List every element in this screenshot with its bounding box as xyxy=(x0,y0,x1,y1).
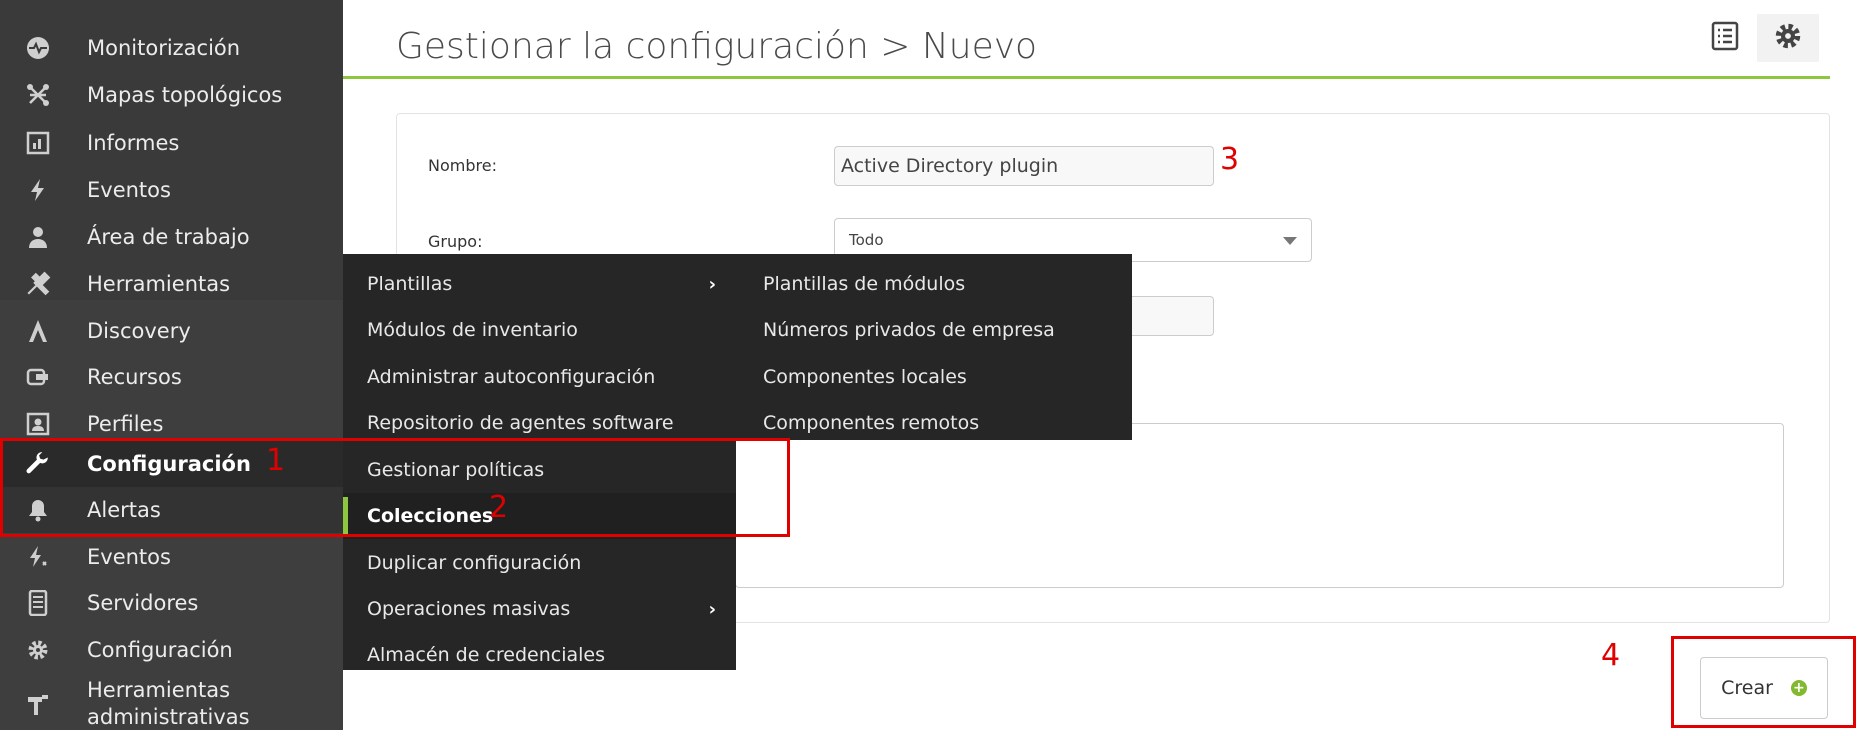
user-icon xyxy=(24,223,52,251)
submenu-item-label: Plantillas de módulos xyxy=(763,273,966,295)
submenu-item-label: Componentes locales xyxy=(763,366,967,388)
gear-icon xyxy=(1774,22,1802,54)
sidebar-item-informes[interactable]: Informes xyxy=(0,120,343,166)
sidebar-item-label: Monitorización xyxy=(87,36,241,60)
description-textarea[interactable] xyxy=(735,423,1784,588)
create-button[interactable]: Crear + xyxy=(1700,657,1828,719)
sidebar-item-eventos[interactable]: Eventos xyxy=(0,167,343,213)
annotation-number-3: 3 xyxy=(1220,142,1240,177)
menu-item-operaciones-masivas[interactable]: Operaciones masivas › xyxy=(343,586,736,632)
chevron-right-icon: › xyxy=(708,273,716,295)
submenu-item-numeros-privados[interactable]: Números privados de empresa xyxy=(736,307,1132,353)
name-label: Nombre: xyxy=(428,156,497,175)
sidebar-item-label: Discovery xyxy=(87,319,191,343)
settings-button[interactable] xyxy=(1757,14,1819,62)
menu-item-duplicar-configuracion[interactable]: Duplicar configuración xyxy=(343,540,736,586)
sidebar-item-configuracion-2[interactable]: Configuración xyxy=(0,627,343,673)
menu-item-label: Almacén de credenciales xyxy=(367,644,605,666)
network-map-icon xyxy=(24,81,52,109)
heartbeat-icon xyxy=(24,34,52,62)
sidebar-item-mapas[interactable]: Mapas topológicos xyxy=(0,72,343,118)
menu-item-label: Repositorio de agentes software xyxy=(367,412,674,434)
menu-item-label: Administrar autoconfiguración xyxy=(367,366,656,388)
header-divider xyxy=(343,76,1830,79)
server-icon xyxy=(24,589,52,617)
annotation-number-1: 1 xyxy=(266,443,286,478)
annotation-box-menu xyxy=(0,438,790,537)
list-view-button[interactable] xyxy=(1694,14,1756,62)
sidebar-item-herramientas[interactable]: Herramientas xyxy=(0,261,343,307)
name-input[interactable] xyxy=(834,146,1214,186)
sidebar-item-recursos[interactable]: Recursos xyxy=(0,354,343,400)
sidebar-item-label: Área de trabajo xyxy=(87,225,250,249)
admin-tools-icon xyxy=(24,690,52,718)
tools-icon xyxy=(24,270,52,298)
submenu-item-label: Números privados de empresa xyxy=(763,319,1055,341)
annotation-number-2: 2 xyxy=(489,490,509,525)
list-icon xyxy=(1711,21,1739,55)
sidebar-item-eventos-2[interactable]: Eventos xyxy=(0,534,343,580)
sidebar-item-monitorizacion[interactable]: Monitorización xyxy=(0,25,343,71)
menu-item-almacen-credenciales[interactable]: Almacén de credenciales xyxy=(343,632,736,678)
profile-icon xyxy=(24,410,52,438)
menu-item-label: Plantillas xyxy=(367,273,453,295)
group-label: Grupo: xyxy=(428,232,483,251)
add-circle-icon: + xyxy=(1790,680,1807,696)
sidebar-item-label: Eventos xyxy=(87,178,171,202)
sidebar-item-label: Perfiles xyxy=(87,412,164,436)
submenu-item-label: Componentes remotos xyxy=(763,412,980,434)
menu-item-label: Operaciones masivas xyxy=(367,598,571,620)
sidebar-item-label: Informes xyxy=(87,131,180,155)
sidebar-item-label: Servidores xyxy=(87,591,199,615)
chevron-down-icon xyxy=(1283,237,1297,245)
gear-icon xyxy=(24,636,52,664)
menu-item-plantillas[interactable]: Plantillas › xyxy=(343,261,736,307)
menu-item-label: Duplicar configuración xyxy=(367,552,582,574)
menu-item-administrar-autoconfiguracion[interactable]: Administrar autoconfiguración xyxy=(343,354,736,400)
resources-icon xyxy=(24,363,52,391)
event-lightning-icon xyxy=(24,543,52,571)
discovery-icon xyxy=(24,317,52,345)
annotation-number-4: 4 xyxy=(1601,638,1621,673)
report-icon xyxy=(24,129,52,157)
sidebar-item-label: Recursos xyxy=(87,365,182,389)
sidebar-item-label: Herramientas xyxy=(87,272,231,296)
sidebar: Monitorización Mapas topológicos Informe… xyxy=(0,0,343,730)
sidebar-item-label: Eventos xyxy=(87,545,171,569)
chevron-right-icon: › xyxy=(708,598,716,620)
sidebar-item-herramientas-administrativas[interactable]: Herramientas administrativas xyxy=(0,672,343,736)
plantillas-submenu: Plantillas de módulos Números privados d… xyxy=(736,254,1132,440)
submenu-item-componentes-remotos[interactable]: Componentes remotos xyxy=(736,400,1132,446)
sidebar-item-label: Configuración xyxy=(87,638,233,662)
page-title: Gestionar la configuración > Nuevo xyxy=(396,26,1038,67)
create-button-label: Crear xyxy=(1721,677,1773,699)
menu-item-label: Módulos de inventario xyxy=(367,319,578,341)
lightning-icon xyxy=(24,176,52,204)
menu-item-modulos-inventario[interactable]: Módulos de inventario xyxy=(343,307,736,353)
group-select-value: Todo xyxy=(849,231,884,249)
sidebar-item-label: Herramientas administrativas xyxy=(87,678,250,729)
sidebar-item-label: Mapas topológicos xyxy=(87,83,283,107)
submenu-item-componentes-locales[interactable]: Componentes locales xyxy=(736,354,1132,400)
sidebar-item-area-trabajo[interactable]: Área de trabajo xyxy=(0,214,343,260)
sidebar-item-servidores[interactable]: Servidores xyxy=(0,580,343,626)
submenu-item-plantillas-modulos[interactable]: Plantillas de módulos xyxy=(736,261,1132,307)
sidebar-item-discovery[interactable]: Discovery xyxy=(0,308,343,354)
